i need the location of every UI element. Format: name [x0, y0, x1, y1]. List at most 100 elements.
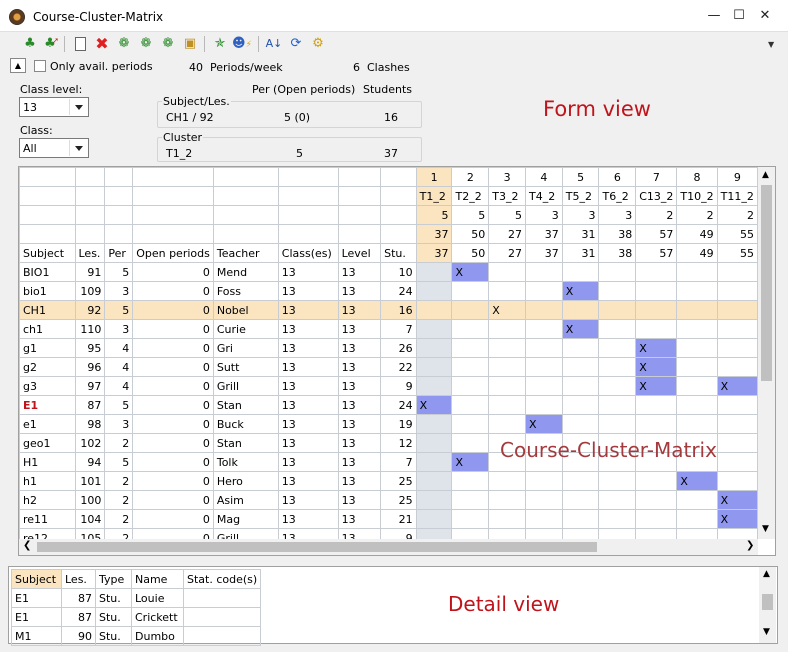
matrix-cell[interactable]	[451, 319, 490, 339]
matrix-cell[interactable]	[598, 281, 637, 301]
detail-row[interactable]: M1 90 Stu. Dumbo	[11, 626, 262, 646]
cluster-students[interactable]: 31	[561, 224, 600, 244]
matrix-cell[interactable]	[415, 452, 453, 472]
cluster-students[interactable]: 37	[524, 243, 563, 263]
matrix-cell[interactable]	[676, 528, 718, 539]
matrix-cell[interactable]	[451, 490, 490, 510]
matrix-cell[interactable]	[716, 433, 758, 453]
matrix-cell[interactable]	[488, 395, 526, 415]
matrix-cell[interactable]	[524, 357, 563, 377]
cluster-mark[interactable]: X	[716, 376, 758, 396]
cluster-mark[interactable]: X	[676, 471, 718, 491]
matrix-cell[interactable]	[598, 490, 637, 510]
cluster-name[interactable]: T5_2	[561, 186, 600, 206]
scroll-down-icon[interactable]: ▼	[763, 627, 770, 637]
matrix-cell[interactable]	[451, 528, 490, 539]
matrix-cell[interactable]	[716, 528, 758, 539]
matrix-cell[interactable]	[716, 395, 758, 415]
matrix-cell[interactable]	[635, 509, 678, 529]
cluster-mark[interactable]: X	[716, 509, 758, 529]
matrix-cell[interactable]	[635, 319, 678, 339]
table-row[interactable]: h1 101 2 0 Hero 13 13 25 X	[19, 471, 758, 491]
cluster-mark[interactable]: X	[415, 395, 453, 415]
cluster-name[interactable]: T10_2	[676, 186, 718, 206]
matrix-cell[interactable]	[415, 490, 453, 510]
matrix-cell[interactable]	[598, 395, 637, 415]
matrix-cell[interactable]	[488, 528, 526, 539]
cluster-mark[interactable]: X	[635, 376, 678, 396]
detail-vertical-scrollbar[interactable]: ▲ ▼	[759, 567, 776, 643]
matrix-cell[interactable]	[676, 395, 718, 415]
cluster-mark[interactable]: X	[524, 414, 563, 434]
table-row[interactable]: bio1 109 3 0 Foss 13 13 24 X	[19, 281, 758, 301]
cluster-number[interactable]: 4	[524, 167, 563, 187]
matrix-cell[interactable]	[716, 338, 758, 358]
sort-icon[interactable]: A↓	[264, 34, 284, 54]
matrix-cell[interactable]	[524, 376, 563, 396]
detail-column-header[interactable]: Stat. code(s)	[182, 569, 262, 589]
cluster-mark[interactable]: X	[716, 490, 758, 510]
matrix-cell[interactable]	[488, 281, 526, 301]
table-row[interactable]: re12 105 2 0 Grill 13 13 9	[19, 528, 758, 539]
matrix-cell[interactable]	[598, 528, 637, 539]
people-lightning-icon[interactable]: ☻⚡	[232, 34, 252, 54]
table-row[interactable]: g3 97 4 0 Grill 13 13 9 X X	[19, 376, 758, 396]
delete-icon[interactable]: ✖	[92, 34, 112, 54]
cluster-name[interactable]: T11_2	[716, 186, 758, 206]
matrix-cell[interactable]	[635, 471, 678, 491]
people-swap-icon[interactable]: ✯	[210, 34, 230, 54]
matrix-cell[interactable]	[676, 414, 718, 434]
matrix-cell[interactable]	[676, 300, 718, 320]
cluster-students[interactable]: 50	[451, 224, 490, 244]
scroll-down-icon[interactable]: ▼	[762, 524, 769, 534]
matrix-cell[interactable]	[635, 490, 678, 510]
matrix-cell[interactable]	[524, 509, 563, 529]
matrix-cell[interactable]	[415, 281, 453, 301]
matrix-cell[interactable]	[451, 414, 490, 434]
cluster-periods[interactable]: 2	[716, 205, 758, 225]
minimize-button[interactable]: —	[702, 6, 726, 26]
cluster-mark[interactable]: X	[635, 357, 678, 377]
matrix-cell[interactable]	[561, 262, 600, 282]
matrix-cell[interactable]	[635, 300, 678, 320]
matrix-cell[interactable]	[561, 414, 600, 434]
matrix-cell[interactable]	[451, 509, 490, 529]
matrix-cell[interactable]	[561, 471, 600, 491]
maximize-button[interactable]: ☐	[727, 6, 751, 26]
column-header[interactable]: Subject	[19, 243, 76, 263]
cluster-number[interactable]: 9	[716, 167, 758, 187]
scroll-thumb[interactable]	[37, 542, 597, 552]
column-header[interactable]: Per	[104, 243, 134, 263]
cluster-name[interactable]: T4_2	[524, 186, 563, 206]
matrix-cell[interactable]	[488, 414, 526, 434]
matrix-cell[interactable]	[415, 414, 453, 434]
matrix-cell[interactable]	[676, 281, 718, 301]
chevron-down-icon[interactable]	[69, 99, 87, 115]
refresh-icon[interactable]: ⟳	[286, 34, 306, 54]
matrix-cell[interactable]	[415, 338, 453, 358]
cluster-number[interactable]: 6	[598, 167, 637, 187]
column-header[interactable]: Class(es)	[277, 243, 339, 263]
matrix-cell[interactable]	[598, 471, 637, 491]
column-header[interactable]: Teacher	[212, 243, 279, 263]
matrix-cell[interactable]	[598, 338, 637, 358]
delete-cluster-icon[interactable]: ♣ ➚	[40, 34, 60, 54]
matrix-cell[interactable]	[635, 414, 678, 434]
matrix-cell[interactable]	[488, 490, 526, 510]
matrix-cell[interactable]	[524, 262, 563, 282]
cluster-students[interactable]: 57	[635, 224, 678, 244]
matrix-cell[interactable]	[716, 319, 758, 339]
cluster-students[interactable]: 38	[598, 224, 637, 244]
detail-row[interactable]: E1 87 Stu. Crickett	[11, 607, 262, 627]
matrix-cell[interactable]	[598, 357, 637, 377]
table-row[interactable]: g1 95 4 0 Gri 13 13 26 X	[19, 338, 758, 358]
detail-row[interactable]: E1 87 Stu. Louie	[11, 588, 262, 608]
matrix-cell[interactable]	[716, 300, 758, 320]
matrix-cell[interactable]	[451, 338, 490, 358]
scroll-left-icon[interactable]: ❮	[23, 540, 31, 551]
matrix-cell[interactable]	[451, 471, 490, 491]
cluster-b-icon[interactable]: ❁	[136, 34, 156, 54]
cluster-mark[interactable]: X	[488, 300, 526, 320]
cluster-students[interactable]: 27	[488, 243, 526, 263]
matrix-cell[interactable]	[716, 471, 758, 491]
